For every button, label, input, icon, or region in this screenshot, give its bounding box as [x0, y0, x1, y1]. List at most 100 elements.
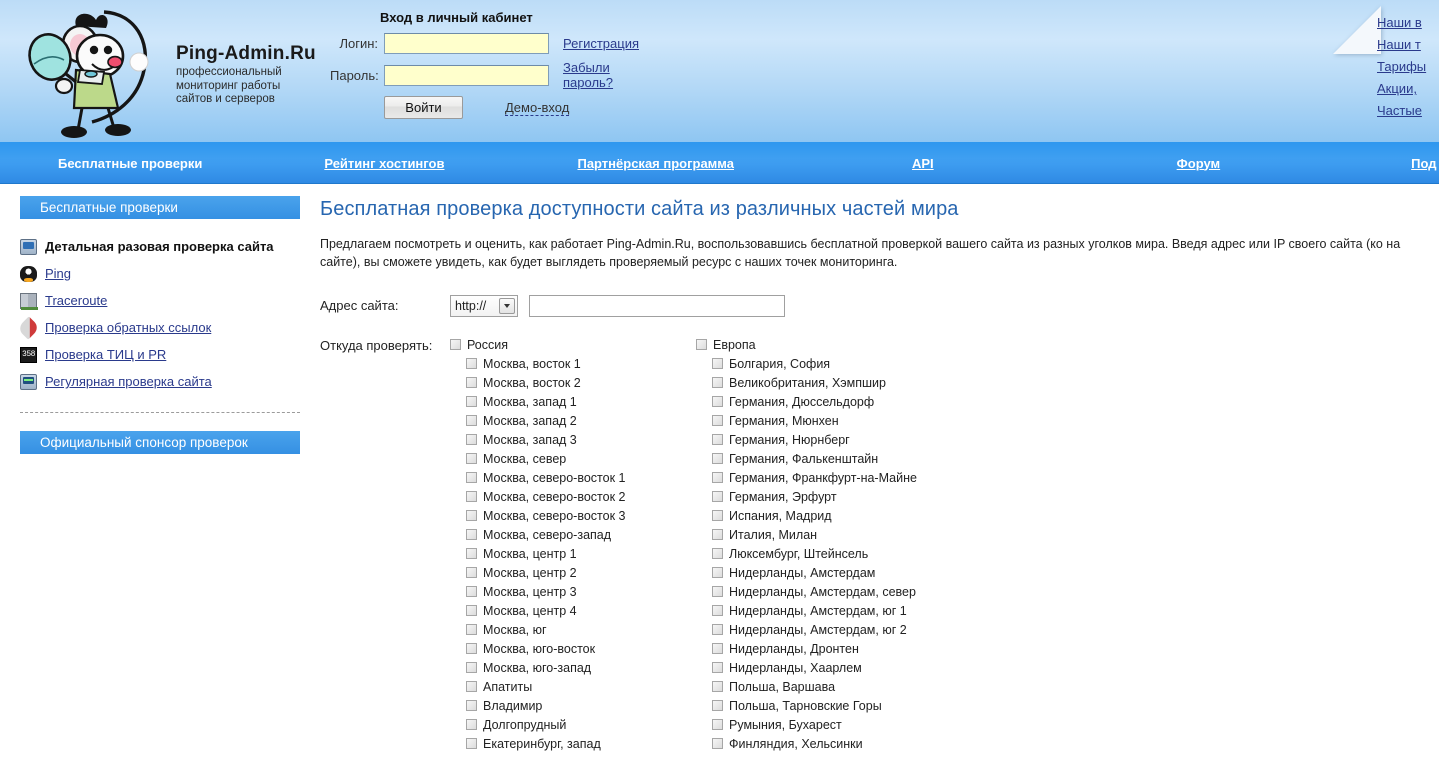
corner-link-3[interactable]: Тарифы: [1377, 56, 1426, 78]
register-link[interactable]: Регистрация: [563, 36, 639, 51]
region-checkbox-row[interactable]: Германия, Дюссельдорф: [696, 392, 942, 411]
region-checkbox[interactable]: [466, 662, 477, 673]
region-checkbox-row[interactable]: Нидерланды, Амстердам, север: [696, 582, 942, 601]
region-checkbox-row[interactable]: Москва, юго-запад: [450, 658, 696, 677]
region-checkbox[interactable]: [712, 662, 723, 673]
sidebar-item-label[interactable]: Проверка ТИЦ и PR: [45, 347, 166, 362]
region-checkbox[interactable]: [712, 434, 723, 445]
region-checkbox[interactable]: [466, 453, 477, 464]
corner-link-4[interactable]: Акции,: [1377, 78, 1426, 100]
region-checkbox[interactable]: [466, 529, 477, 540]
region-checkbox[interactable]: [466, 491, 477, 502]
region-checkbox-row[interactable]: Апатиты: [450, 677, 696, 696]
region-checkbox[interactable]: [466, 434, 477, 445]
address-input[interactable]: [529, 295, 785, 317]
corner-link-1[interactable]: Наши в: [1377, 12, 1426, 34]
sidebar-item-label[interactable]: Регулярная проверка сайта: [45, 374, 212, 389]
region-checkbox[interactable]: [712, 738, 723, 749]
region-checkbox[interactable]: [712, 377, 723, 388]
sidebar-item-tic-pr[interactable]: 358 Проверка ТИЦ и PR: [20, 341, 320, 368]
region-checkbox[interactable]: [712, 700, 723, 711]
region-checkbox-row[interactable]: Румыния, Бухарест: [696, 715, 942, 734]
region-checkbox-row[interactable]: Германия, Нюрнберг: [696, 430, 942, 449]
password-input[interactable]: [384, 65, 549, 86]
login-input[interactable]: [384, 33, 549, 54]
region-checkbox-row[interactable]: Москва, запад 1: [450, 392, 696, 411]
region-group-checkbox[interactable]: [696, 339, 707, 350]
region-checkbox[interactable]: [466, 700, 477, 711]
region-checkbox-row[interactable]: Москва, центр 1: [450, 544, 696, 563]
sidebar-item-backlinks[interactable]: Проверка обратных ссылок: [20, 314, 320, 341]
sidebar-item-ping[interactable]: Ping: [20, 260, 320, 287]
region-checkbox-row[interactable]: Москва, запад 2: [450, 411, 696, 430]
region-checkbox[interactable]: [466, 472, 477, 483]
region-checkbox-row[interactable]: Италия, Милан: [696, 525, 942, 544]
region-checkbox[interactable]: [712, 605, 723, 616]
region-checkbox[interactable]: [466, 358, 477, 369]
region-checkbox-row[interactable]: Москва, юго-восток: [450, 639, 696, 658]
region-checkbox[interactable]: [466, 643, 477, 654]
region-checkbox-row[interactable]: Москва, центр 4: [450, 601, 696, 620]
region-checkbox-row[interactable]: Москва, восток 2: [450, 373, 696, 392]
region-group-checkbox[interactable]: [450, 339, 461, 350]
sidebar-item-label[interactable]: Проверка обратных ссылок: [45, 320, 211, 335]
region-checkbox-row[interactable]: Нидерланды, Амстердам, юг 2: [696, 620, 942, 639]
region-group-header[interactable]: Россия: [450, 335, 696, 354]
nav-item-partner-program[interactable]: Партнёрская программа: [577, 156, 734, 171]
region-checkbox[interactable]: [712, 719, 723, 730]
region-checkbox[interactable]: [712, 472, 723, 483]
nav-item-api[interactable]: API: [912, 156, 934, 171]
region-checkbox-row[interactable]: Великобритания, Хэмпшир: [696, 373, 942, 392]
region-checkbox[interactable]: [712, 548, 723, 559]
region-checkbox[interactable]: [466, 510, 477, 521]
region-checkbox-row[interactable]: Нидерланды, Амстердам, юг 1: [696, 601, 942, 620]
region-checkbox[interactable]: [712, 453, 723, 464]
region-checkbox-row[interactable]: Польша, Тарновские Горы: [696, 696, 942, 715]
region-checkbox[interactable]: [466, 719, 477, 730]
region-checkbox[interactable]: [466, 415, 477, 426]
region-checkbox-row[interactable]: Германия, Мюнхен: [696, 411, 942, 430]
sidebar-item-traceroute[interactable]: Traceroute: [20, 287, 320, 314]
sidebar-item-label[interactable]: Ping: [45, 266, 71, 281]
region-checkbox[interactable]: [712, 510, 723, 521]
nav-item-forum[interactable]: Форум: [1177, 156, 1220, 171]
protocol-select[interactable]: http://: [450, 295, 518, 317]
nav-item-support[interactable]: Под: [1411, 156, 1436, 171]
region-checkbox-row[interactable]: Германия, Франкфурт-на-Майне: [696, 468, 942, 487]
nav-item-free-checks[interactable]: Бесплатные проверки: [58, 156, 202, 171]
nav-item-hosting-rating[interactable]: Рейтинг хостингов: [324, 156, 444, 171]
demo-login-link[interactable]: Демо-вход: [505, 100, 569, 116]
login-submit-button[interactable]: Войти: [384, 96, 463, 119]
region-group-header[interactable]: Европа: [696, 335, 942, 354]
region-checkbox[interactable]: [712, 624, 723, 635]
region-checkbox[interactable]: [712, 396, 723, 407]
region-checkbox-row[interactable]: Москва, северо-восток 1: [450, 468, 696, 487]
region-checkbox[interactable]: [466, 567, 477, 578]
region-checkbox[interactable]: [466, 548, 477, 559]
forgot-password-link[interactable]: Забыли пароль?: [563, 60, 660, 90]
sidebar-item-regular-check[interactable]: Регулярная проверка сайта: [20, 368, 320, 395]
sidebar-item-label[interactable]: Traceroute: [45, 293, 107, 308]
region-checkbox-row[interactable]: Москва, восток 1: [450, 354, 696, 373]
region-checkbox-row[interactable]: Владимир: [450, 696, 696, 715]
region-checkbox-row[interactable]: Финляндия, Хельсинки: [696, 734, 942, 753]
logo-block[interactable]: Ping-Admin.Ru профессиональный мониторин…: [18, 4, 318, 140]
region-checkbox-row[interactable]: Москва, северо-восток 3: [450, 506, 696, 525]
region-checkbox[interactable]: [466, 681, 477, 692]
region-checkbox-row[interactable]: Москва, северо-запад: [450, 525, 696, 544]
region-checkbox[interactable]: [712, 567, 723, 578]
region-checkbox[interactable]: [466, 377, 477, 388]
region-checkbox-row[interactable]: Москва, юг: [450, 620, 696, 639]
region-checkbox-row[interactable]: Болгария, София: [696, 354, 942, 373]
region-checkbox-row[interactable]: Москва, центр 3: [450, 582, 696, 601]
region-checkbox-row[interactable]: Нидерланды, Дронтен: [696, 639, 942, 658]
region-checkbox-row[interactable]: Москва, запад 3: [450, 430, 696, 449]
chevron-down-icon[interactable]: [499, 298, 515, 314]
region-checkbox-row[interactable]: Испания, Мадрид: [696, 506, 942, 525]
region-checkbox[interactable]: [712, 643, 723, 654]
region-checkbox-row[interactable]: Нидерланды, Хаарлем: [696, 658, 942, 677]
region-checkbox[interactable]: [712, 491, 723, 502]
region-checkbox-row[interactable]: Москва, северо-восток 2: [450, 487, 696, 506]
region-checkbox-row[interactable]: Германия, Фалькенштайн: [696, 449, 942, 468]
region-checkbox[interactable]: [466, 396, 477, 407]
